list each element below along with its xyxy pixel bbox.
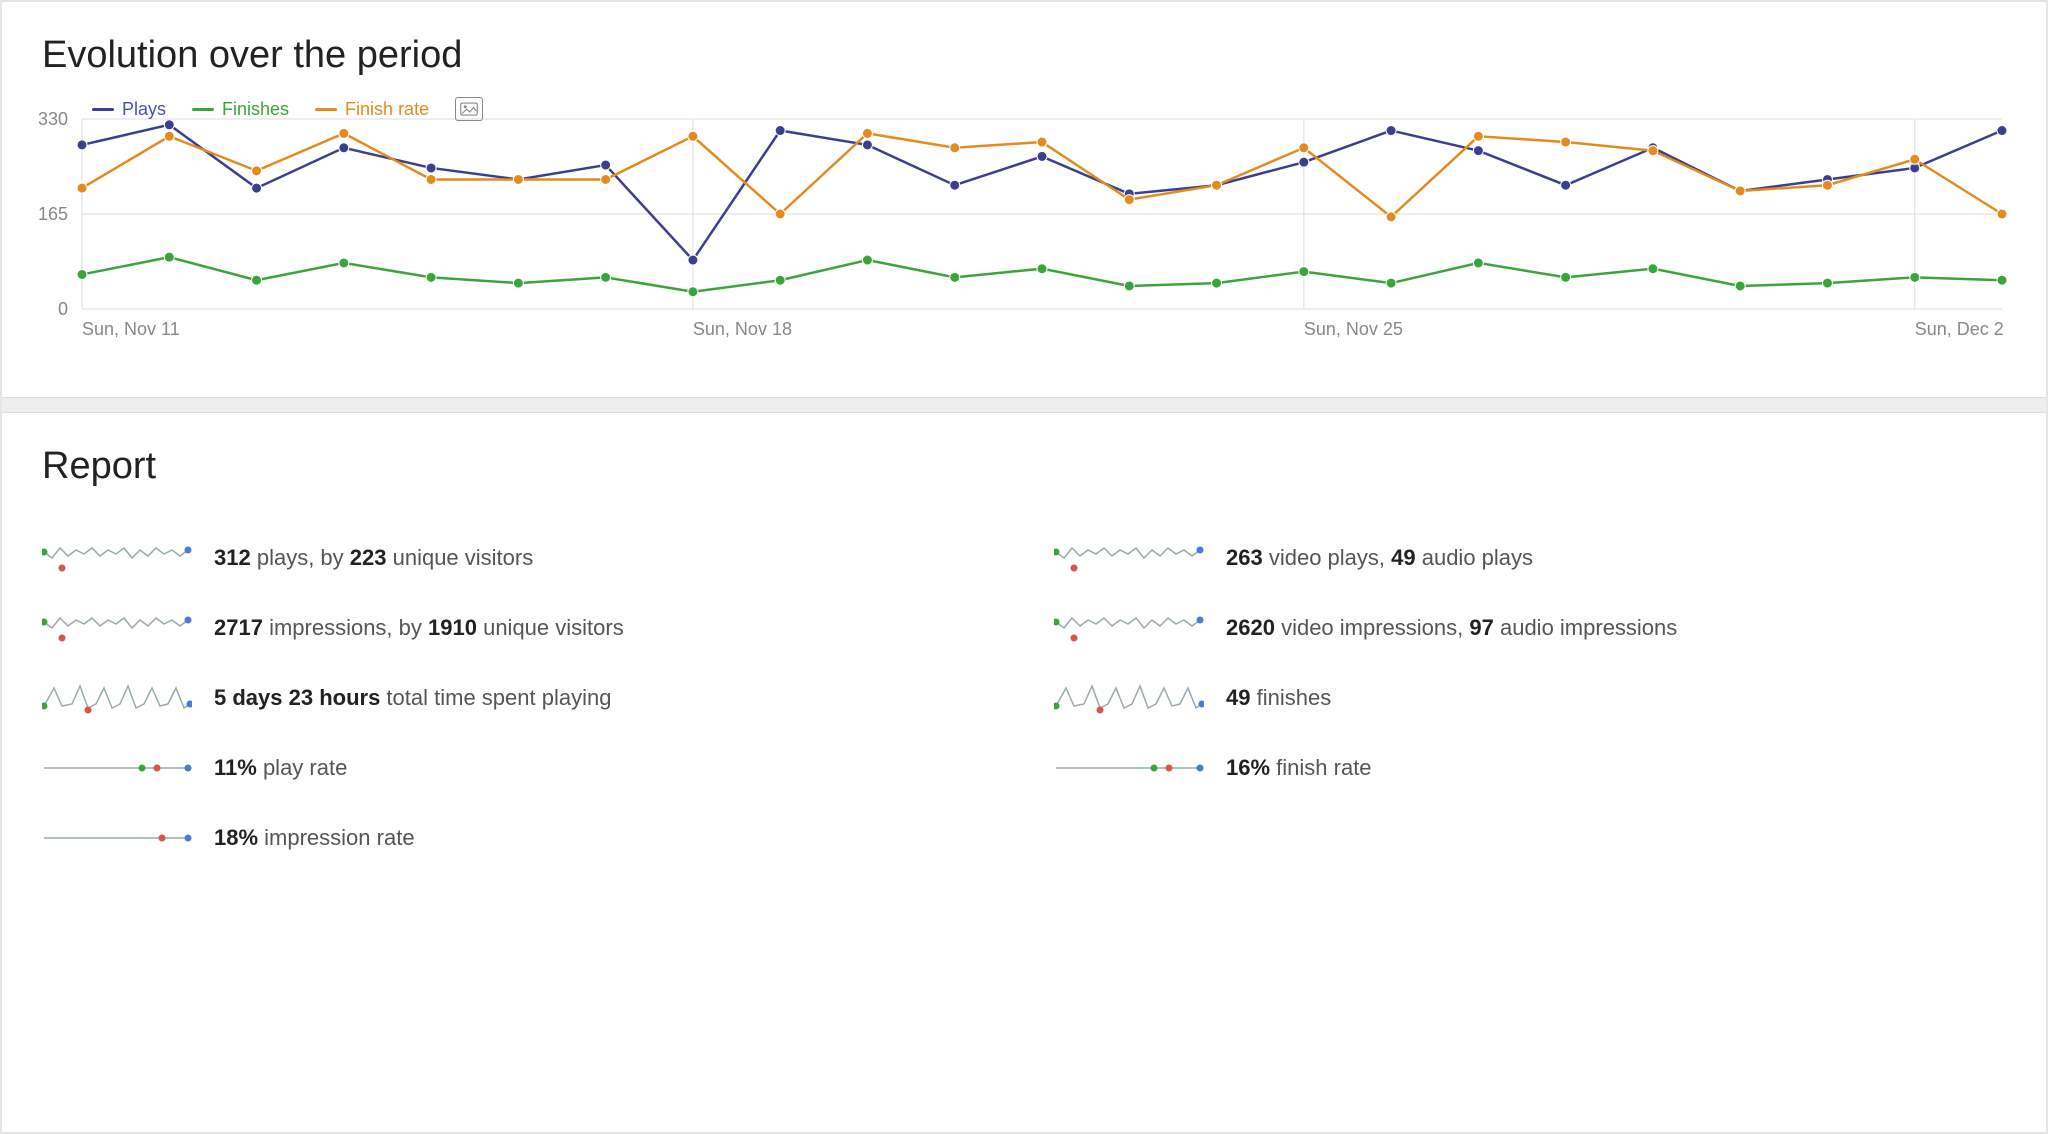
report-row: 18% impression rate	[42, 818, 994, 858]
sparkline-icon	[42, 538, 192, 578]
legend-label-plays: Plays	[122, 99, 166, 120]
report-metric-text: 11% play rate	[214, 755, 347, 781]
legend-swatch-finish-rate	[315, 108, 337, 111]
legend-swatch-plays	[92, 108, 114, 111]
legend-label-finishes: Finishes	[222, 99, 289, 120]
evolution-line-chart[interactable]: 0 165 330 Sun, Nov 11 Sun, Nov 18 Sun, Nov 25…	[32, 97, 2012, 357]
sparkline-icon	[42, 678, 192, 718]
sparkline-icon	[42, 608, 192, 648]
legend-label-finish-rate: Finish rate	[345, 99, 429, 120]
svg-text:Sun, Nov 18: Sun, Nov 18	[693, 319, 792, 339]
report-metric-text: 16% finish rate	[1226, 755, 1372, 781]
analytics-page: Evolution over the period Plays Finishes…	[0, 0, 2048, 1134]
svg-text:Sun, Nov 25: Sun, Nov 25	[1304, 319, 1403, 339]
sparkline-icon	[1054, 608, 1204, 648]
report-row: 312 plays, by 223 unique visitors	[42, 538, 994, 578]
report-column-left: 312 plays, by 223 unique visitors 2717 im…	[42, 508, 994, 888]
legend-item-finishes[interactable]: Finishes	[192, 99, 289, 120]
sparkline-icon	[42, 818, 192, 858]
report-metric-text: 2717 impressions, by 1910 unique visitor…	[214, 615, 624, 641]
report-row: 2717 impressions, by 1910 unique visitor…	[42, 608, 994, 648]
report-metric-text: 312 plays, by 223 unique visitors	[214, 545, 533, 571]
legend-item-finish-rate[interactable]: Finish rate	[315, 99, 429, 120]
report-row: 49 finishes	[1054, 678, 2006, 718]
report-row: 11% play rate	[42, 748, 994, 788]
report-row: 263 video plays, 49 audio plays	[1054, 538, 2006, 578]
report-metric-text: 2620 video impressions, 97 audio impress…	[1226, 615, 1677, 641]
report-metric-text: 5 days 23 hours total time spent playing	[214, 685, 611, 711]
svg-text:Sun, Dec 2: Sun, Dec 2	[1915, 319, 2004, 339]
report-row: 2620 video impressions, 97 audio impress…	[1054, 608, 2006, 648]
legend-swatch-finishes	[192, 108, 214, 111]
sparkline-icon	[1054, 538, 1204, 578]
chart-legend: Plays Finishes Finish rate	[92, 97, 483, 121]
report-column-right: 263 video plays, 49 audio plays 2620 vide…	[1054, 508, 2006, 888]
report-body: 312 plays, by 223 unique visitors 2717 im…	[2, 508, 2046, 918]
sparkline-icon	[42, 748, 192, 788]
report-metric-text: 263 video plays, 49 audio plays	[1226, 545, 1533, 571]
chart-image-export-icon[interactable]	[455, 97, 483, 121]
sparkline-icon	[1054, 678, 1204, 718]
sparkline-icon	[1054, 748, 1204, 788]
legend-item-plays[interactable]: Plays	[92, 99, 166, 120]
evolution-chart-container: Plays Finishes Finish rate 0 165 330 Sun, N…	[32, 97, 2016, 357]
section-divider	[2, 397, 2046, 413]
chart-section-title: Evolution over the period	[2, 2, 2046, 97]
report-metric-text: 18% impression rate	[214, 825, 415, 851]
svg-text:165: 165	[38, 204, 68, 224]
svg-text:Sun, Nov 11: Sun, Nov 11	[82, 319, 180, 339]
report-row: 16% finish rate	[1054, 748, 2006, 788]
svg-text:0: 0	[58, 299, 68, 319]
report-metric-text: 49 finishes	[1226, 685, 1331, 711]
report-row: 5 days 23 hours total time spent playing	[42, 678, 994, 718]
report-section-title: Report	[2, 413, 2046, 508]
svg-text:330: 330	[38, 109, 68, 129]
